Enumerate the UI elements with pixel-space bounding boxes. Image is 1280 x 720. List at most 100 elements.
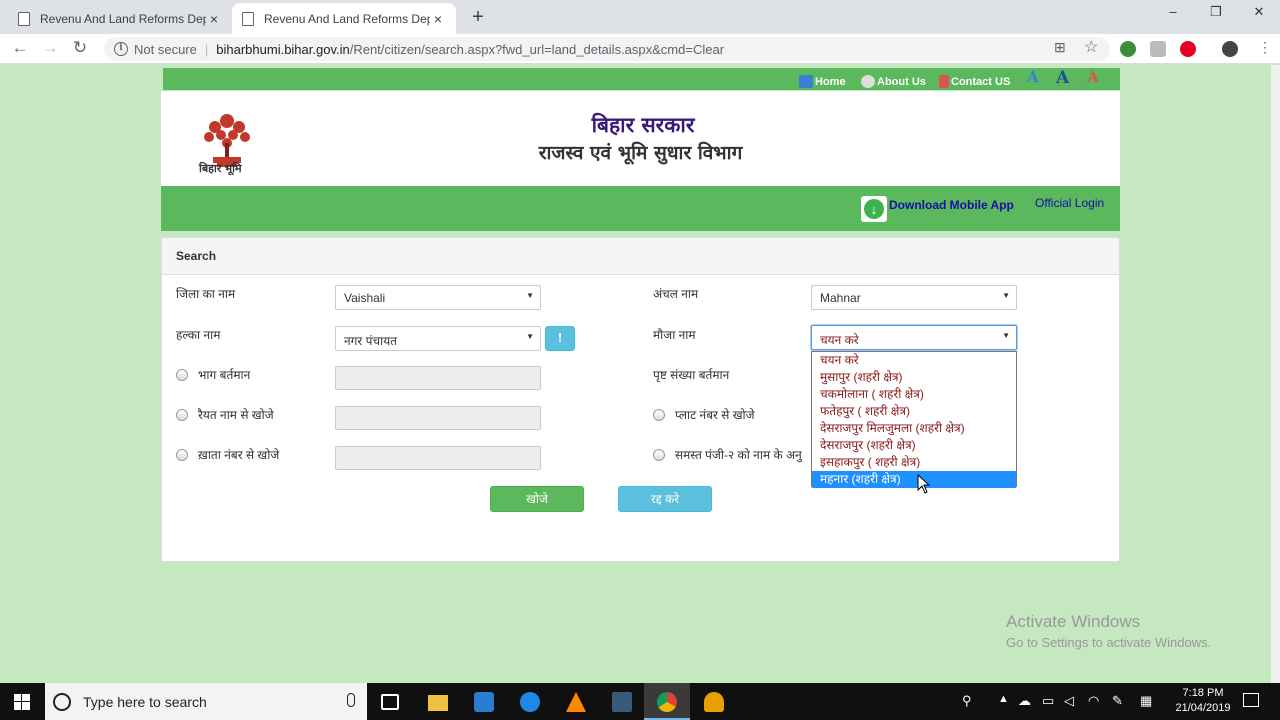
windows-start-icon[interactable] — [14, 694, 30, 710]
home-link[interactable]: Home — [799, 75, 846, 88]
close-tab-icon[interactable]: × — [430, 11, 446, 27]
circle-value: Mahnar — [820, 291, 861, 305]
browser-tab-1[interactable]: Revenu And Land Reforms Depar × — [8, 3, 232, 34]
cloud-icon[interactable]: ☁ — [1018, 693, 1031, 709]
task-view-icon[interactable] — [381, 694, 399, 710]
taskbar-search[interactable]: Type here to search — [45, 683, 367, 720]
bhag-label: भाग बर्तमान — [198, 368, 251, 382]
mauza-value: चयन करे — [820, 333, 859, 347]
reload-button[interactable]: ↻ — [69, 38, 91, 58]
notification-icon[interactable] — [1243, 693, 1259, 707]
profile-avatar-icon[interactable] — [1222, 41, 1238, 57]
about-link-label: About Us — [877, 75, 926, 88]
app-icon[interactable] — [474, 692, 494, 712]
bhag-input[interactable] — [335, 366, 541, 390]
tray-expand-icon[interactable]: ▲ — [998, 693, 1009, 705]
download-icon[interactable]: ↓ — [861, 196, 887, 222]
address-toolbar: ← → ↻ i Not secure | biharbhumi.bihar.go… — [0, 34, 1280, 64]
separator: | — [204, 41, 209, 57]
translate-icon[interactable]: ⊞ — [1054, 39, 1066, 56]
mauza-label: मौजा नाम — [653, 328, 696, 342]
watermark-subtitle: Go to Settings to activate Windows. — [1006, 635, 1212, 650]
font-decrease-button[interactable]: A — [1087, 68, 1099, 86]
district-label: जिला का नाम — [176, 287, 236, 301]
search-button[interactable]: खोजे — [490, 486, 584, 512]
halka-info-button[interactable]: ! — [545, 326, 575, 351]
font-increase-button[interactable]: A — [1027, 68, 1039, 86]
contact-link[interactable]: Contact US — [939, 75, 1010, 88]
page-icon — [18, 11, 30, 26]
tab-title: Revenu And Land Reforms Depar — [264, 11, 430, 26]
system-clock[interactable]: 7:18 PM 21/04/2019 — [1172, 686, 1234, 716]
mauza-select[interactable]: चयन करे ▼ — [811, 325, 1017, 350]
extension-icon[interactable] — [1150, 41, 1166, 57]
khata-input[interactable] — [335, 446, 541, 470]
dropdown-option[interactable]: चयन करे — [812, 352, 1016, 369]
khata-label: ख़ाता नंबर से खोजे — [198, 448, 280, 462]
raiyat-radio[interactable] — [176, 409, 188, 421]
register-radio[interactable] — [653, 449, 665, 461]
dropdown-option-highlighted[interactable]: महनार (शहरी क्षेत्र) — [812, 471, 1016, 488]
people-icon[interactable]: ⚲ — [962, 693, 972, 709]
url-path: /Rent/citizen/search.aspx?fwd_url=land_d… — [349, 41, 725, 57]
action-bar: ↓ Download Mobile App Official Login — [161, 186, 1120, 231]
edge-icon[interactable] — [520, 692, 540, 712]
dropdown-option[interactable]: चकमोलाना ( शहरी क्षेत्र) — [812, 386, 1016, 403]
app-icon[interactable] — [704, 692, 724, 712]
pen-icon[interactable]: ✎ — [1112, 693, 1123, 709]
volume-icon[interactable]: ◁ — [1064, 693, 1074, 709]
close-window-button[interactable]: ✕ — [1236, 4, 1280, 20]
halka-label: हल्का नाम — [176, 328, 221, 342]
back-button[interactable]: ← — [9, 38, 31, 58]
plot-label: प्लाट नंबर से खोजे — [675, 408, 755, 422]
dropdown-option[interactable]: फतेहपुर ( शहरी क्षेत्र) — [812, 403, 1016, 420]
watermark-title: Activate Windows — [1006, 612, 1141, 631]
battery-icon[interactable]: ▭ — [1042, 693, 1054, 709]
wifi-icon[interactable]: ◠ — [1088, 693, 1099, 709]
keyboard-icon[interactable]: ▦ — [1140, 693, 1152, 709]
pinterest-icon[interactable] — [1180, 41, 1196, 57]
cancel-button[interactable]: रद्द करे — [618, 486, 712, 512]
dropdown-option[interactable]: देसराजपुर (शहरी क्षेत्र) — [812, 437, 1016, 454]
raiyat-input[interactable] — [335, 406, 541, 430]
font-normal-button[interactable]: A — [1056, 68, 1069, 88]
top-navigation: Home About Us Contact US A A A — [163, 68, 1120, 90]
dropdown-option[interactable]: मुसापुर (शहरी क्षेत्र) — [812, 369, 1016, 386]
chrome-icon[interactable] — [657, 692, 677, 712]
home-icon — [799, 75, 813, 88]
extension-icon[interactable] — [1120, 41, 1136, 57]
browser-tab-2[interactable]: Revenu And Land Reforms Depar × — [232, 3, 456, 34]
forward-button[interactable]: → — [39, 38, 61, 58]
new-tab-button[interactable]: + — [468, 6, 488, 29]
dropdown-option[interactable]: इसहाकपुर ( शहरी क्षेत्र) — [812, 454, 1016, 471]
menu-icon[interactable]: ⋮ — [1254, 39, 1276, 56]
file-explorer-icon[interactable] — [428, 695, 448, 711]
address-bar[interactable]: i Not secure | biharbhumi.bihar.gov.in /… — [104, 37, 1110, 61]
page-scrollbar[interactable] — [1271, 65, 1280, 683]
department-subtitle: राजस्व एवं भूमि सुधार विभाग — [538, 142, 743, 164]
clock-time: 7:18 PM — [1182, 687, 1224, 699]
bhag-radio[interactable] — [176, 369, 188, 381]
phone-icon — [939, 75, 949, 88]
vlc-icon[interactable] — [566, 692, 586, 712]
bookmark-star-icon[interactable]: ☆ — [1084, 37, 1098, 57]
plot-radio[interactable] — [653, 409, 665, 421]
district-select[interactable]: Vaishali ▼ — [335, 285, 541, 310]
about-link[interactable]: About Us — [861, 75, 926, 88]
minimize-button[interactable]: – — [1150, 4, 1196, 19]
activation-watermark: Activate Windows Go to Settings to activ… — [1006, 612, 1211, 650]
dropdown-option[interactable]: देसराजपुर मिलजुमला (शहरी क्षेत्र) — [812, 420, 1016, 437]
district-value: Vaishali — [344, 291, 386, 305]
maximize-button[interactable]: ❐ — [1193, 4, 1239, 20]
circle-select[interactable]: Mahnar ▼ — [811, 285, 1017, 310]
download-mobile-app-link[interactable]: Download Mobile App — [889, 198, 1014, 212]
info-icon[interactable]: i — [114, 42, 128, 56]
halka-select[interactable]: नगर पंचायत ▼ — [335, 326, 541, 351]
official-login-link[interactable]: Official Login — [1035, 196, 1104, 210]
halka-value: नगर पंचायत — [344, 334, 398, 348]
khata-radio[interactable] — [176, 449, 188, 461]
close-tab-icon[interactable]: × — [206, 11, 222, 27]
app-icon[interactable] — [612, 692, 632, 712]
microphone-icon[interactable] — [347, 693, 355, 707]
url-host: biharbhumi.bihar.gov.in — [216, 41, 350, 57]
